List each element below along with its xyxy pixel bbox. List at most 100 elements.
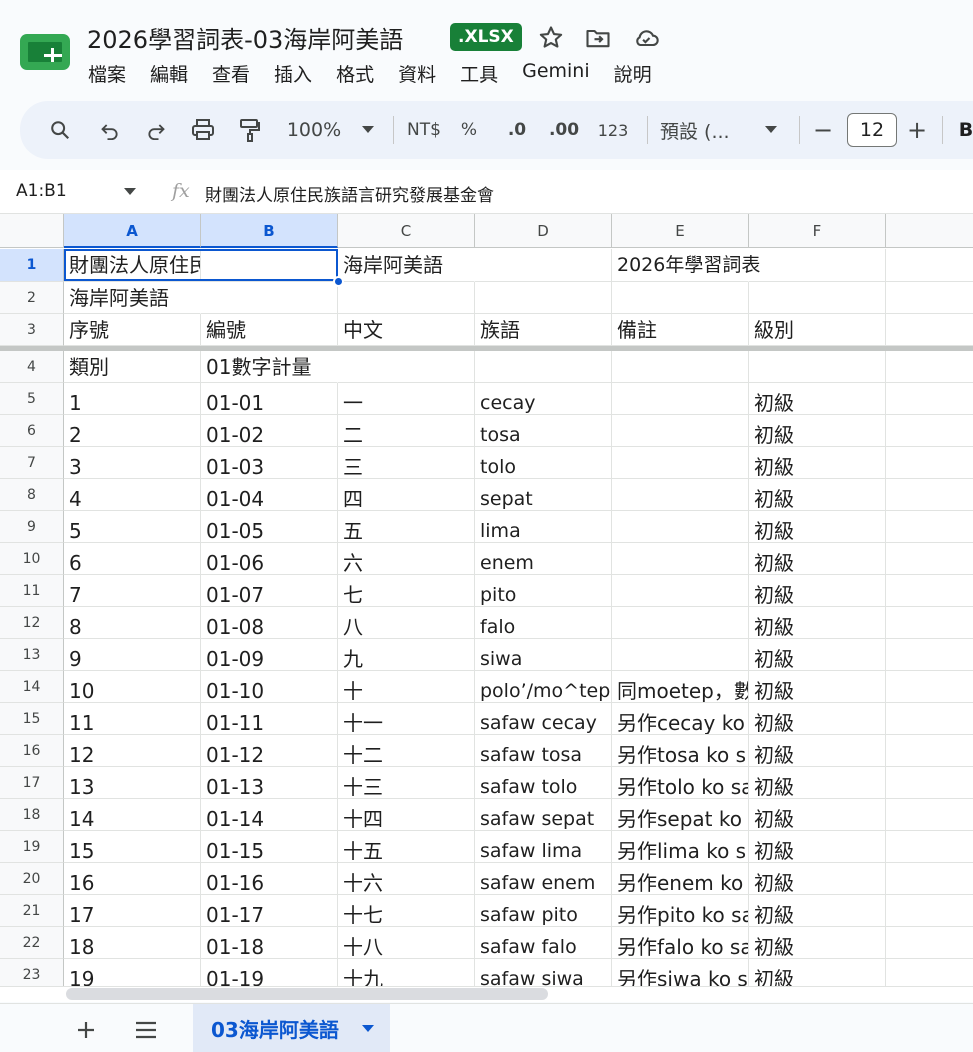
cell-d10[interactable]: enem xyxy=(475,543,612,575)
row-header[interactable]: 8 xyxy=(0,479,64,511)
cell-empty[interactable] xyxy=(886,735,973,767)
cell-a17[interactable]: 13 xyxy=(64,767,201,799)
cell-e18[interactable]: 另作sepat ko xyxy=(612,799,749,831)
cell-a15[interactable]: 11 xyxy=(64,703,201,735)
cell-b20[interactable]: 01-16 xyxy=(201,863,338,895)
cell-c2[interactable] xyxy=(338,282,475,314)
cell-d15[interactable]: safaw cecay xyxy=(475,703,612,735)
cell-b13[interactable]: 01-09 xyxy=(201,639,338,671)
name-box-dropdown-icon[interactable] xyxy=(124,188,136,196)
cell-a21[interactable]: 17 xyxy=(64,895,201,927)
cell-c8[interactable]: 四 xyxy=(338,479,475,511)
menu-insert[interactable]: 插入 xyxy=(274,60,312,87)
star-icon[interactable] xyxy=(537,24,565,52)
cell-b12[interactable]: 01-08 xyxy=(201,607,338,639)
row-header[interactable]: 12 xyxy=(0,607,64,639)
cell-empty[interactable] xyxy=(886,703,973,735)
cell-f5[interactable]: 初級 xyxy=(749,383,886,415)
font-family-select[interactable]: 預設 (... xyxy=(660,101,750,159)
cell-a22[interactable]: 18 xyxy=(64,927,201,959)
cell-f18[interactable]: 初級 xyxy=(749,799,886,831)
cell-f22[interactable]: 初級 xyxy=(749,927,886,959)
cell-e4[interactable] xyxy=(612,351,749,383)
cell-b9[interactable]: 01-05 xyxy=(201,511,338,543)
cloud-status-icon[interactable] xyxy=(632,24,660,52)
cell-a12[interactable]: 8 xyxy=(64,607,201,639)
undo-icon[interactable] xyxy=(96,101,124,159)
cell-b17[interactable]: 01-13 xyxy=(201,767,338,799)
menu-edit[interactable]: 編輯 xyxy=(150,60,188,87)
row-header[interactable]: 7 xyxy=(0,447,64,479)
cell-d9[interactable]: lima xyxy=(475,511,612,543)
cell-d5[interactable]: cecay xyxy=(475,383,612,415)
percent-format-button[interactable]: % xyxy=(456,101,482,159)
cell-f20[interactable]: 初級 xyxy=(749,863,886,895)
row-header[interactable]: 11 xyxy=(0,575,64,607)
sheet-tab-active[interactable]: 03海岸阿美語 xyxy=(193,1004,390,1052)
column-header-f[interactable]: F xyxy=(749,214,886,248)
cell-a5[interactable]: 1 xyxy=(64,383,201,415)
cell-empty[interactable] xyxy=(886,543,973,575)
cell-f9[interactable]: 初級 xyxy=(749,511,886,543)
cell-b5[interactable]: 01-01 xyxy=(201,383,338,415)
cell-e17[interactable]: 另作tolo ko sa xyxy=(612,767,749,799)
cell-d2[interactable] xyxy=(475,282,612,314)
cell-e1[interactable]: 2026年學習詞表 xyxy=(612,249,760,282)
cell-a9[interactable]: 5 xyxy=(64,511,201,543)
row-header[interactable]: 2 xyxy=(0,282,64,314)
cell-a14[interactable]: 10 xyxy=(64,671,201,703)
row-header[interactable]: 21 xyxy=(0,895,64,927)
fill-handle[interactable] xyxy=(333,276,344,287)
row-header[interactable]: 5 xyxy=(0,383,64,415)
column-header-e[interactable]: E xyxy=(612,214,749,248)
row-header[interactable]: 15 xyxy=(0,703,64,735)
cell-a6[interactable]: 2 xyxy=(64,415,201,447)
cell-c6[interactable]: 二 xyxy=(338,415,475,447)
row-header[interactable]: 18 xyxy=(0,799,64,831)
increase-font-size-button[interactable]: + xyxy=(904,101,930,159)
cell-empty[interactable] xyxy=(886,607,973,639)
cell-a7[interactable]: 3 xyxy=(64,447,201,479)
cell-b2[interactable] xyxy=(201,282,338,314)
cell-b15[interactable]: 01-11 xyxy=(201,703,338,735)
zoom-dropdown-icon[interactable] xyxy=(356,101,380,159)
cell-d19[interactable]: safaw lima xyxy=(475,831,612,863)
cell-f6[interactable]: 初級 xyxy=(749,415,886,447)
decrease-decimal-button[interactable]: .0 xyxy=(500,101,534,159)
cell-d17[interactable]: safaw tolo xyxy=(475,767,612,799)
cell-b3[interactable]: 編號 xyxy=(201,314,338,346)
cell-e3[interactable]: 備註 xyxy=(612,314,749,346)
cell-f10[interactable]: 初級 xyxy=(749,543,886,575)
cell-d7[interactable]: tolo xyxy=(475,447,612,479)
menu-tools[interactable]: 工具 xyxy=(460,60,498,87)
cell-c16[interactable]: 十二 xyxy=(338,735,475,767)
menu-data[interactable]: 資料 xyxy=(398,60,436,87)
cell-b16[interactable]: 01-12 xyxy=(201,735,338,767)
cell-c11[interactable]: 七 xyxy=(338,575,475,607)
cell-empty[interactable] xyxy=(886,249,973,282)
cell-b1[interactable] xyxy=(201,249,338,282)
cell-d4[interactable] xyxy=(475,351,612,383)
cell-empty[interactable] xyxy=(886,479,973,511)
cell-a11[interactable]: 7 xyxy=(64,575,201,607)
currency-format-button[interactable]: NT$ xyxy=(402,101,446,159)
cell-c4[interactable] xyxy=(338,351,475,383)
cell-empty[interactable] xyxy=(886,639,973,671)
menu-format[interactable]: 格式 xyxy=(336,60,374,87)
search-menus-icon[interactable] xyxy=(46,101,74,159)
row-header[interactable]: 6 xyxy=(0,415,64,447)
row-header[interactable]: 19 xyxy=(0,831,64,863)
bold-button[interactable]: B xyxy=(956,101,973,159)
folder-move-icon[interactable] xyxy=(584,24,612,52)
cell-e5[interactable] xyxy=(612,383,749,415)
paint-format-icon[interactable] xyxy=(236,101,264,159)
cell-empty[interactable] xyxy=(886,863,973,895)
cell-a2[interactable]: 海岸阿美語 xyxy=(64,282,201,314)
cell-empty[interactable] xyxy=(886,831,973,863)
cell-a4[interactable]: 類別 xyxy=(64,351,201,383)
cell-f13[interactable]: 初級 xyxy=(749,639,886,671)
decrease-font-size-button[interactable]: − xyxy=(810,101,836,159)
cell-empty[interactable] xyxy=(886,671,973,703)
cell-e12[interactable] xyxy=(612,607,749,639)
row-header[interactable]: 1 xyxy=(0,249,64,282)
